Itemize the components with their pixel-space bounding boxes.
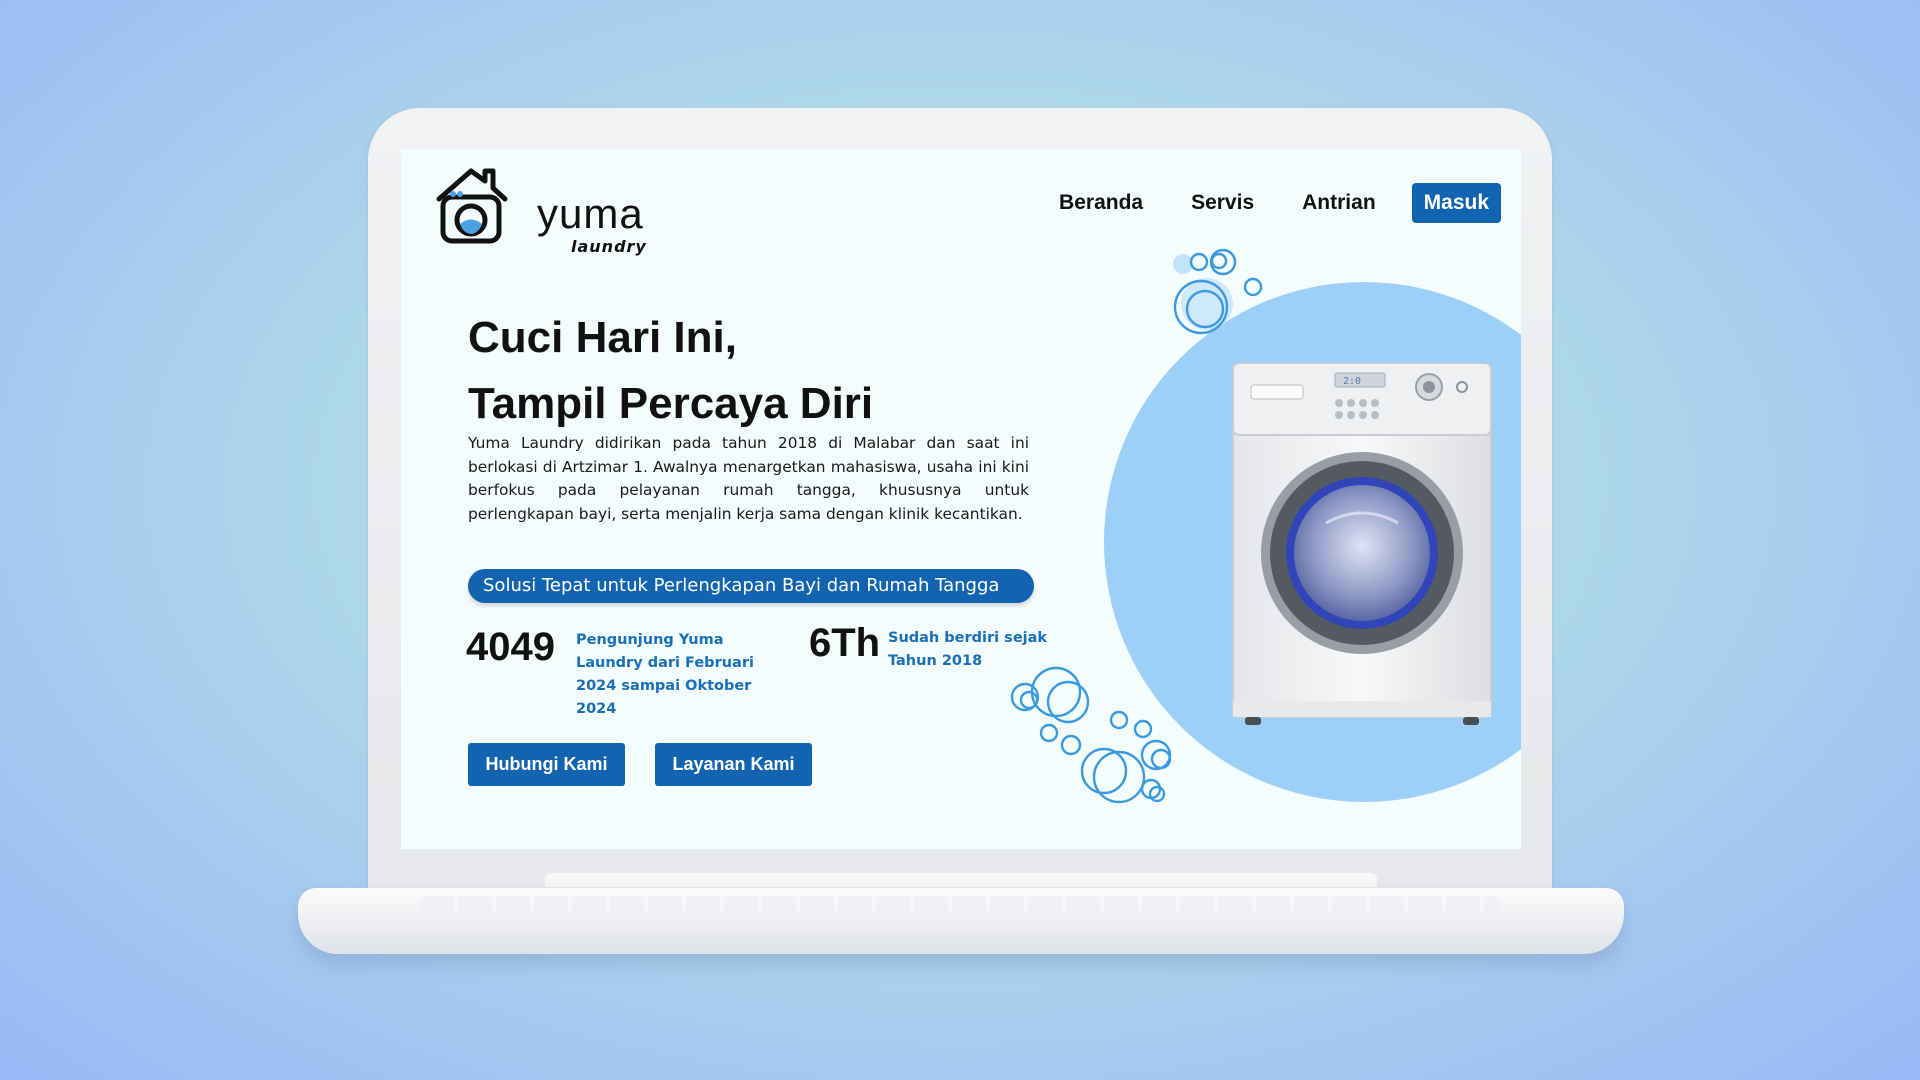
washing-machine-icon: 2:0 [1232, 363, 1492, 725]
svg-text:2:0: 2:0 [1343, 376, 1361, 387]
laptop-hinge [545, 873, 1377, 887]
laptop-screen: yuma laundry Beranda Servis Antrian Masu… [401, 149, 1521, 849]
laptop-keyboard [420, 896, 1500, 912]
